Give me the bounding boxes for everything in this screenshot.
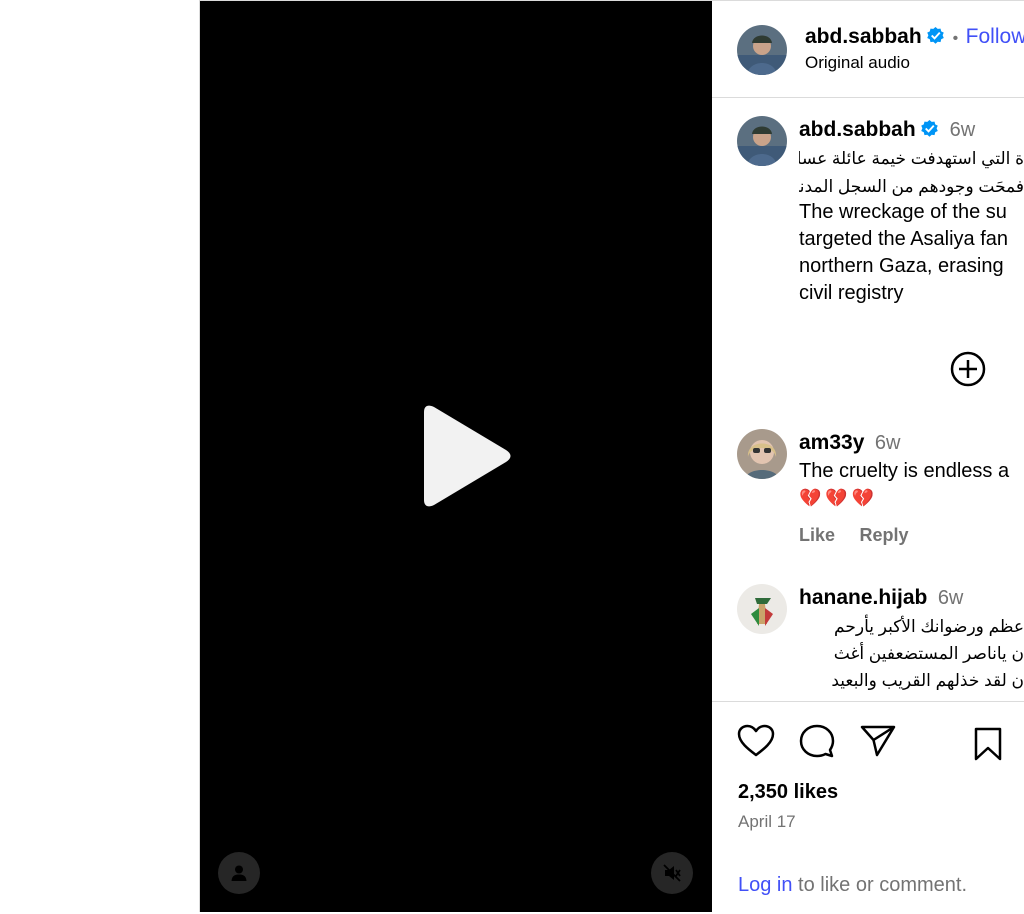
comment-time: 6w [937, 587, 964, 609]
comment-username[interactable]: hanane.hijab [799, 586, 927, 609]
user-icon [231, 865, 247, 881]
caption-english-line: targeted the Asaliya fan [799, 228, 1009, 250]
speaker-muted-icon [663, 864, 681, 882]
post-username[interactable]: abd.sabbah [805, 25, 922, 48]
comment-emoji: 💔💔💔 [799, 488, 879, 508]
plus-circle-icon[interactable] [950, 351, 986, 387]
heart-icon[interactable] [737, 724, 775, 758]
caption-english-line: The wreckage of the su [799, 201, 1007, 223]
post-details-panel: abd.sabbah • Follow Original audio abd.s… [712, 0, 1024, 914]
caption-english-line: northern Gaza, erasing [799, 255, 1004, 277]
post-date: April 17 [738, 812, 796, 831]
caption-arabic-line: فمحَت وجودهم من السجل المدني [799, 177, 1024, 196]
dot-separator: • [952, 30, 959, 47]
verified-badge-icon [921, 119, 938, 137]
caption-time: 6w [949, 119, 976, 141]
caption-arabic-line: ة التي استهدفت خيمة عائلة عسلية [799, 149, 1024, 168]
tagged-users-button[interactable] [218, 852, 260, 894]
reply-button[interactable]: Reply [859, 525, 908, 545]
comments-scroll-area[interactable]: abd.sabbah 6w ة التي استهدفت خيمة عائلة … [712, 98, 1024, 701]
bookmark-icon[interactable] [973, 726, 1003, 762]
comment-text: The cruelty is endless a [799, 460, 1010, 482]
follow-button[interactable]: Follow [966, 25, 1024, 48]
like-comment-button[interactable]: Like [799, 525, 835, 545]
play-icon[interactable] [414, 404, 514, 508]
caption-english-line: civil registry [799, 282, 904, 304]
comment-time: 6w [874, 432, 901, 454]
send-icon[interactable] [860, 724, 896, 758]
post-header: abd.sabbah • Follow Original audio [712, 1, 1024, 98]
avatar[interactable] [737, 25, 787, 75]
comment-arabic-line: ن ياناصر المستضعفين أغث [833, 644, 1024, 663]
caption-username[interactable]: abd.sabbah [799, 118, 916, 141]
post-actions-section: 2,350 likes April 17 Log in to like or c… [712, 701, 1024, 914]
comment-username[interactable]: am33y [799, 431, 864, 454]
audio-link[interactable]: Original audio [805, 53, 910, 73]
comment-avatar[interactable] [737, 584, 787, 634]
login-link[interactable]: Log in [738, 874, 793, 896]
video-player[interactable] [199, 0, 712, 912]
comment-icon[interactable] [799, 723, 835, 759]
mute-toggle-button[interactable] [651, 852, 693, 894]
verified-badge-icon [927, 26, 944, 44]
likes-count[interactable]: 2,350 likes [738, 781, 838, 804]
comment-arabic-line: ن لقد خذلهم القريب والبعيد [831, 671, 1024, 690]
caption-avatar[interactable] [737, 116, 787, 166]
comment-avatar[interactable] [737, 429, 787, 479]
login-prompt-text: to like or comment. [792, 874, 968, 896]
comment-arabic-line: عظم ورضوانك الأكبر يأرحم [834, 617, 1024, 636]
